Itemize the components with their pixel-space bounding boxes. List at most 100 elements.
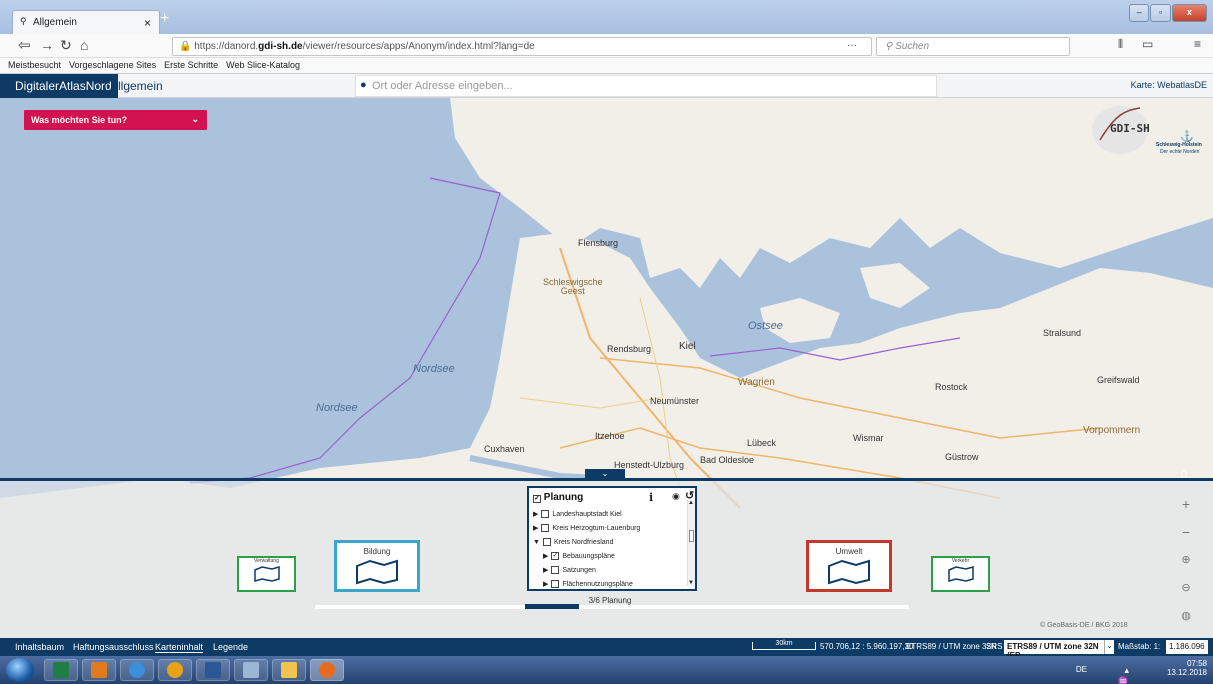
- taskbar-firefox[interactable]: [310, 659, 344, 681]
- taskbar-word[interactable]: [196, 659, 230, 681]
- zoom-to-selection-icon[interactable]: ⊕: [1178, 546, 1194, 574]
- collapse-icon[interactable]: ▼: [533, 539, 540, 546]
- chevron-down-icon[interactable]: ⌄: [1104, 640, 1114, 654]
- layer-checkbox[interactable]: [542, 538, 551, 546]
- layer-checkbox[interactable]: [551, 566, 560, 574]
- srs-select[interactable]: ETRS89 / UTM zone 32N (EP...: [1004, 640, 1114, 660]
- footer-tab-karteninhalt[interactable]: Karteninhalt: [155, 642, 204, 653]
- layer-checkbox[interactable]: [541, 510, 550, 518]
- address-placeholder: Ort oder Adresse eingeben...: [372, 80, 513, 92]
- massstab-input[interactable]: 1.186.096: [1166, 640, 1208, 654]
- maximize-button[interactable]: ▫: [1150, 4, 1171, 22]
- forward-icon[interactable]: →: [40, 37, 54, 53]
- tab-title: Allgemein: [33, 17, 77, 28]
- city-label: Greifswald: [1097, 375, 1140, 385]
- layer-label: Kreis Nordfriesland: [553, 538, 614, 546]
- zoom-in-icon[interactable]: +: [1178, 490, 1194, 518]
- taskbar-outlook[interactable]: [82, 659, 116, 681]
- app-footer: Inhaltsbaum Haftungsausschluss Karteninh…: [0, 638, 1213, 660]
- city-label: Lübeck: [747, 438, 777, 448]
- category-bildung[interactable]: Bildung: [334, 540, 420, 592]
- sidebar-icon[interactable]: ▭: [1142, 37, 1153, 51]
- address-search-input[interactable]: ● Ort oder Adresse eingeben...: [355, 75, 937, 97]
- scroll-up-icon[interactable]: ▲: [688, 500, 694, 506]
- back-icon[interactable]: ⇦: [18, 36, 31, 54]
- what-do-you-want-button[interactable]: Was möchten Sie tun? ⌄: [24, 110, 207, 130]
- minimize-button[interactable]: –: [1129, 4, 1150, 22]
- search-field[interactable]: ⚲ Suchen: [876, 37, 1070, 56]
- layer-checkbox[interactable]: [551, 580, 560, 588]
- measure-icon[interactable]: ◍: [1178, 602, 1194, 630]
- layer-row[interactable]: ▶ Flächennutzungspläne: [543, 580, 633, 588]
- planung-checkbox[interactable]: ✓: [533, 495, 541, 503]
- info-icon[interactable]: i: [649, 491, 653, 504]
- srs-label: SRS: [986, 642, 1003, 651]
- windows-taskbar: DE ▴ ♒ ⚑ 07:58 13.12.2018: [0, 656, 1213, 684]
- expand-icon[interactable]: ▶: [543, 552, 548, 560]
- scale-bar: 30km: [752, 640, 816, 650]
- reload-icon[interactable]: ↻: [60, 37, 72, 54]
- close-tab-icon[interactable]: ×: [144, 16, 151, 30]
- search-icon: ⚲: [885, 41, 896, 52]
- page-actions-icon[interactable]: ···: [847, 40, 857, 51]
- layer-row[interactable]: ▶ Kreis Herzogtum-Lauenburg: [533, 524, 640, 532]
- layer-row[interactable]: ▶ Landeshauptstadt Kiel: [533, 510, 622, 518]
- home-extent-icon[interactable]: ⌂: [1180, 465, 1194, 480]
- category-verkehr[interactable]: Verkehr: [931, 556, 990, 592]
- expand-icon[interactable]: ▶: [543, 580, 548, 588]
- category-umwelt[interactable]: Umwelt: [806, 540, 892, 592]
- start-button[interactable]: [6, 658, 34, 682]
- layer-row[interactable]: ▶ ✓ Bebauungspläne: [543, 552, 615, 560]
- layer-checkbox[interactable]: [541, 524, 550, 532]
- scroll-thumb[interactable]: [689, 530, 694, 542]
- menu-icon[interactable]: ≡: [1194, 37, 1201, 51]
- footer-tab-legende[interactable]: Legende: [213, 642, 248, 652]
- url-bar[interactable]: 🔒 https://danord.gdi-sh.de/viewer/resour…: [172, 37, 872, 56]
- bookmark-vorgeschlagene-sites[interactable]: Vorgeschlagene Sites: [69, 60, 156, 73]
- region-label-line2: Geest: [560, 286, 585, 296]
- layer-tree-scrollbar[interactable]: ▲ ▼: [687, 500, 695, 586]
- home-icon[interactable]: ⌂: [80, 37, 88, 53]
- gdi-sh-logo: GDI-SH ⚓ Schleswig-Holstein Der echte No…: [1090, 100, 1208, 156]
- logo-sub1: Schleswig-Holstein: [1156, 142, 1202, 148]
- layer-row[interactable]: ▼ Kreis Nordfriesland: [533, 538, 613, 546]
- footer-tab-haftungsausschluss[interactable]: Haftungsausschluss: [73, 642, 154, 652]
- expand-icon[interactable]: ▶: [533, 524, 538, 532]
- bookmark-erste-schritte[interactable]: Erste Schritte: [164, 60, 218, 73]
- layer-row[interactable]: ▶ Satzungen: [543, 566, 596, 574]
- zoom-out-icon[interactable]: −: [1178, 518, 1194, 546]
- expand-icon[interactable]: ▶: [543, 566, 548, 574]
- map-selector[interactable]: Karte: WebatlasDE: [1131, 80, 1207, 90]
- taskbar-explorer[interactable]: [272, 659, 306, 681]
- visibility-icon[interactable]: ◉: [672, 491, 680, 502]
- tray-icons[interactable]: ▴ ♒ ⚑: [1118, 665, 1129, 684]
- taskbar-app-2[interactable]: [234, 659, 268, 681]
- layer-tree-header: ✓ Planung: [533, 492, 583, 503]
- scroll-down-icon[interactable]: ▼: [688, 580, 694, 586]
- new-tab-button[interactable]: +: [160, 11, 172, 28]
- taskbar-excel[interactable]: [44, 659, 78, 681]
- taskbar-app[interactable]: [158, 659, 192, 681]
- app-brand[interactable]: DigitalerAtlasNord: [0, 74, 118, 98]
- footer-tab-inhaltsbaum[interactable]: Inhaltsbaum: [15, 642, 64, 652]
- window-controls: – ▫ x: [1129, 4, 1207, 22]
- tray-date[interactable]: 13.12.2018: [1167, 668, 1207, 677]
- bookmark-web-slice[interactable]: Web Slice-Katalog: [226, 60, 300, 73]
- carousel-progress-track[interactable]: [315, 605, 909, 609]
- tray-time[interactable]: 07:58: [1167, 659, 1207, 668]
- map-attribution: © GeoBasis-DE / BKG 2018: [1040, 622, 1128, 629]
- map-icon: [253, 566, 280, 582]
- bookmarks-bar: Meistbesucht Vorgeschlagene Sites Erste …: [0, 58, 1213, 74]
- layer-checkbox[interactable]: ✓: [551, 552, 560, 560]
- library-icon[interactable]: ⫴: [1118, 37, 1123, 52]
- bookmark-meistbesucht[interactable]: Meistbesucht: [8, 60, 61, 73]
- taskbar-ie[interactable]: [120, 659, 154, 681]
- category-verwaltung[interactable]: Verwaltung: [237, 556, 296, 592]
- crs-readout: ETRS89 / UTM zone 32N: [906, 642, 997, 651]
- close-window-button[interactable]: x: [1171, 4, 1207, 22]
- tray-language[interactable]: DE: [1076, 665, 1087, 674]
- browser-tab[interactable]: ⚲ Allgemein ×: [12, 10, 160, 34]
- zoom-to-extent-icon[interactable]: ⊖: [1178, 574, 1194, 602]
- coordinates-readout: 570.706,12 : 5.960.197,30: [820, 642, 914, 651]
- expand-icon[interactable]: ▶: [533, 510, 538, 518]
